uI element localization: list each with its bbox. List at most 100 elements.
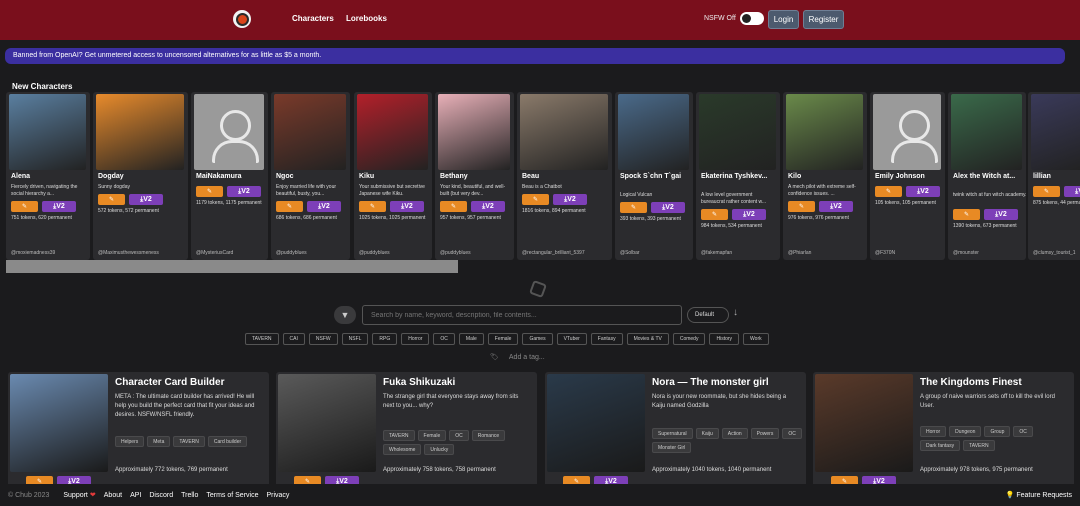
- character-card[interactable]: Emily Johnson ✎ ⤓ V2 105 tokens, 105 perman…: [870, 92, 945, 260]
- featured-tag[interactable]: Female: [417, 430, 447, 441]
- featured-tag[interactable]: TAVERN: [963, 440, 995, 451]
- character-name[interactable]: Emily Johnson: [875, 172, 945, 181]
- edit-button[interactable]: ✎: [276, 201, 303, 212]
- character-card[interactable]: Alena Fiercely driven, navigating the soc…: [6, 92, 90, 260]
- character-card[interactable]: Spock S`chn T`gai Logical Vulcan ✎ ⤓ V2 393 …: [615, 92, 693, 260]
- character-card[interactable]: Ekaterina Tyshkev... A low level governme…: [696, 92, 780, 260]
- character-thumbnail[interactable]: [438, 94, 510, 170]
- author-link[interactable]: @moxiemadness39: [11, 250, 55, 256]
- character-thumbnail[interactable]: [786, 94, 863, 170]
- featured-thumbnail[interactable]: [278, 374, 376, 472]
- featured-tag[interactable]: Powers: [750, 428, 780, 439]
- tag-chip[interactable]: Comedy: [672, 333, 706, 345]
- featured-tag[interactable]: Action: [721, 428, 748, 439]
- featured-tag[interactable]: Unlucky: [424, 444, 455, 455]
- featured-title[interactable]: Fuka Shikuzaki: [383, 377, 455, 388]
- character-name[interactable]: Spock S`chn T`gai: [620, 172, 693, 181]
- edit-button[interactable]: ✎: [440, 201, 467, 212]
- tag-chip[interactable]: Movies & TV: [626, 333, 669, 345]
- featured-tag[interactable]: Helpers: [115, 436, 145, 447]
- character-card[interactable]: MaiNakamura ✎ ⤓ V2 1179 tokens, 1175 perman…: [191, 92, 268, 260]
- character-name[interactable]: Ekaterina Tyshkev...: [701, 172, 777, 181]
- promo-banner[interactable]: Banned from OpenAI? Get unmetered access…: [5, 48, 1065, 64]
- sort-direction-icon[interactable]: ↓: [733, 307, 738, 318]
- tag-chip[interactable]: Work: [743, 333, 769, 345]
- feature-requests-link[interactable]: 💡 Feature Requests: [1006, 491, 1072, 499]
- sort-select[interactable]: Default: [687, 307, 729, 323]
- author-link[interactable]: @rectangular_brilliant_5397: [522, 250, 585, 256]
- tag-chip[interactable]: Horror: [401, 333, 430, 345]
- featured-title[interactable]: The Kingdoms Finest: [920, 377, 1022, 388]
- featured-tag[interactable]: Romance: [471, 430, 506, 441]
- edit-button[interactable]: ✎: [620, 202, 647, 213]
- featured-thumbnail[interactable]: [547, 374, 645, 472]
- character-thumbnail[interactable]: [618, 94, 689, 170]
- download-v2-button[interactable]: ⤓ V2: [129, 194, 163, 205]
- character-name[interactable]: Ngoc: [276, 172, 350, 181]
- edit-button[interactable]: ✎: [98, 194, 125, 205]
- featured-tag[interactable]: Group: [984, 426, 1011, 437]
- tag-chip[interactable]: OC: [433, 333, 455, 345]
- featured-title[interactable]: Nora — The monster girl: [652, 377, 769, 388]
- featured-tag[interactable]: Monster Girl: [652, 442, 692, 453]
- character-card[interactable]: Kilo A mech pilot with extreme self-confi…: [783, 92, 867, 260]
- footer-trello-link[interactable]: Trello: [181, 492, 198, 499]
- character-thumbnail[interactable]: [9, 94, 86, 170]
- featured-tag[interactable]: Supernatural: [652, 428, 693, 439]
- footer-privacy-link[interactable]: Privacy: [266, 492, 289, 499]
- featured-card[interactable]: Character Card Builder META : The ultimat…: [8, 372, 269, 488]
- featured-tag[interactable]: Horror: [920, 426, 947, 437]
- character-name[interactable]: Alex the Witch at...: [953, 172, 1026, 181]
- footer-support-link[interactable]: Support ❤: [63, 491, 95, 499]
- character-card[interactable]: Dogday Sunny dogday ✎ ⤓ V2 572 tokens, 572 p…: [93, 92, 188, 260]
- character-card[interactable]: Ngoc Enjoy married life with your beautif…: [271, 92, 350, 260]
- character-thumbnail[interactable]: [194, 94, 264, 170]
- featured-tag[interactable]: Wholesome: [383, 444, 422, 455]
- character-name[interactable]: Dogday: [98, 172, 174, 181]
- author-link[interactable]: @Solbar: [620, 250, 640, 256]
- tag-chip[interactable]: VTuber: [556, 333, 587, 345]
- character-card[interactable]: Beau Beau is a Chatbot ✎ ⤓ V2 1816 tokens, 8…: [517, 92, 612, 260]
- author-link[interactable]: @fakemapfan: [701, 250, 732, 256]
- featured-tag[interactable]: OC: [1013, 426, 1033, 437]
- featured-tag[interactable]: Meta: [147, 436, 171, 447]
- tag-chip[interactable]: NSFL: [341, 333, 369, 345]
- tag-chip[interactable]: NSFW: [308, 333, 338, 345]
- download-v2-button[interactable]: ⤓ V2: [732, 209, 766, 220]
- author-link[interactable]: @puddyblues: [359, 250, 390, 256]
- download-v2-button[interactable]: ⤓ V2: [819, 201, 853, 212]
- download-v2-button[interactable]: ⤓ V2: [984, 209, 1018, 220]
- edit-button[interactable]: ✎: [522, 194, 549, 205]
- featured-card[interactable]: The Kingdoms Finest A group of naive warr…: [813, 372, 1074, 488]
- tag-chip[interactable]: History: [709, 333, 740, 345]
- author-link[interactable]: @Phiarlan: [788, 250, 811, 256]
- edit-button[interactable]: ✎: [196, 186, 223, 197]
- edit-button[interactable]: ✎: [875, 186, 902, 197]
- author-link[interactable]: @MysteriusCard: [196, 250, 233, 256]
- tag-chip[interactable]: TAVERN: [245, 333, 279, 345]
- download-v2-button[interactable]: ⤓ V2: [651, 202, 685, 213]
- character-thumbnail[interactable]: [357, 94, 428, 170]
- nav-characters[interactable]: Characters: [292, 14, 334, 23]
- tag-chip[interactable]: CAI: [282, 333, 305, 345]
- character-thumbnail[interactable]: [699, 94, 776, 170]
- author-link[interactable]: @clumsy_tourist_1: [1033, 250, 1076, 256]
- featured-tag[interactable]: TAVERN: [173, 436, 205, 447]
- character-name[interactable]: MaiNakamura: [196, 172, 268, 181]
- character-thumbnail[interactable]: [520, 94, 608, 170]
- character-name[interactable]: Kiku: [359, 172, 432, 181]
- featured-tag[interactable]: Dungeon: [949, 426, 982, 437]
- download-v2-button[interactable]: ⤓ V2: [42, 201, 76, 212]
- download-v2-button[interactable]: ⤓ V2: [390, 201, 424, 212]
- featured-card[interactable]: Nora — The monster girl Nora is your new …: [545, 372, 806, 488]
- character-thumbnail[interactable]: [274, 94, 346, 170]
- author-link[interactable]: @F370N: [875, 250, 895, 256]
- author-link[interactable]: @puddyblues: [440, 250, 471, 256]
- character-card[interactable]: Bethany Your kind, beautiful, and well-bu…: [435, 92, 514, 260]
- footer-tos-link[interactable]: Terms of Service: [206, 492, 258, 499]
- random-dice-icon[interactable]: [529, 280, 547, 298]
- featured-card[interactable]: Fuka Shikuzaki The strange girl that ever…: [276, 372, 537, 488]
- download-v2-button[interactable]: ⤓ V2: [471, 201, 505, 212]
- tag-chip[interactable]: RPG: [372, 333, 398, 345]
- character-name[interactable]: Bethany: [440, 172, 514, 181]
